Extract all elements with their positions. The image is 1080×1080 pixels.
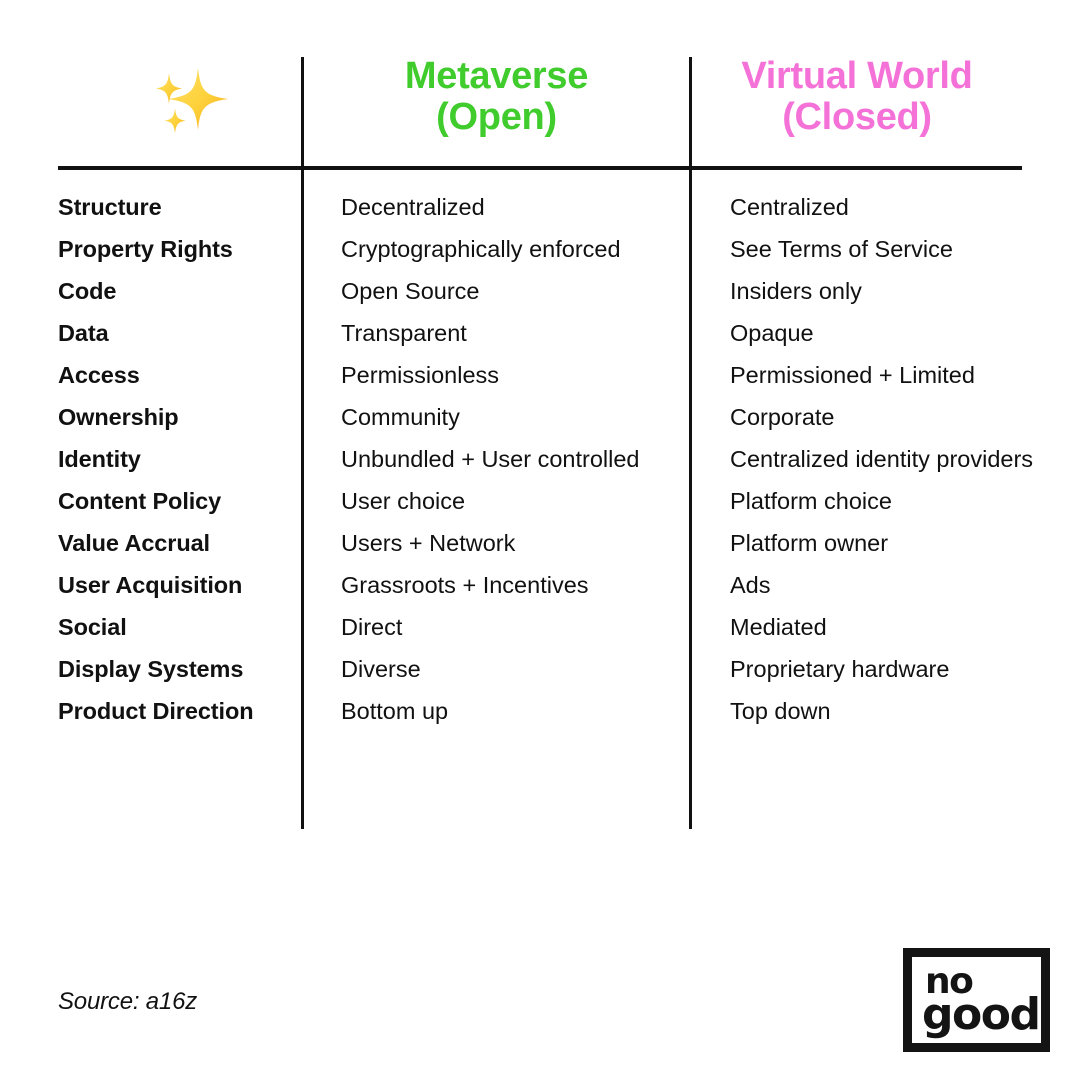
cell-metaverse-value: Open Source bbox=[341, 278, 480, 304]
row-label: Property Rights bbox=[58, 236, 233, 262]
cell-metaverse-value: Permissionless bbox=[341, 362, 500, 388]
cell-metaverse-value: Direct bbox=[341, 614, 403, 640]
table-row: Structure Decentralized Centralized bbox=[0, 190, 1080, 232]
row-label: Value Accrual bbox=[58, 530, 210, 556]
table-row: Ownership Community Corporate bbox=[0, 400, 1080, 442]
logo-line-good: good bbox=[922, 989, 1041, 1041]
comparison-table: Metaverse (Open) Virtual World (Closed) … bbox=[0, 0, 1080, 860]
table-row: Product Direction Bottom up Top down bbox=[0, 694, 1080, 736]
cell-metaverse-value: Users + Network bbox=[341, 530, 516, 556]
cell-metaverse-value: Bottom up bbox=[341, 698, 449, 724]
cell-virtual-world-value: Platform choice bbox=[730, 488, 892, 514]
row-label: Structure bbox=[58, 194, 162, 220]
header-rule bbox=[58, 166, 1022, 170]
cell-metaverse-value: User choice bbox=[341, 488, 466, 514]
row-label: Data bbox=[58, 320, 109, 346]
table-row: User Acquisition Grassroots + Incentives A… bbox=[0, 568, 1080, 610]
table-row: Code Open Source Insiders only bbox=[0, 274, 1080, 316]
header-cell-icon bbox=[58, 48, 301, 160]
row-label: Code bbox=[58, 278, 117, 304]
column-title-virtual-world: Virtual World (Closed) bbox=[741, 55, 973, 139]
cell-virtual-world-value: Permissioned + Limited bbox=[730, 362, 975, 388]
cell-metaverse-value: Grassroots + Incentives bbox=[341, 572, 589, 598]
cell-virtual-world-value: Ads bbox=[730, 572, 771, 598]
table-header-row: Metaverse (Open) Virtual World (Closed) bbox=[0, 48, 1080, 160]
cell-metaverse-value: Unbundled + User controlled bbox=[341, 446, 640, 472]
cell-metaverse-value: Decentralized bbox=[341, 194, 485, 220]
header-cell-virtual-world: Virtual World (Closed) bbox=[692, 48, 1022, 160]
row-label: Access bbox=[58, 362, 140, 388]
table-row: Identity Unbundled + User controlled Centr… bbox=[0, 442, 1080, 484]
cell-virtual-world-value: Platform owner bbox=[730, 530, 889, 556]
cell-metaverse-value: Community bbox=[341, 404, 460, 430]
nogood-logo: no good bbox=[903, 948, 1050, 1052]
row-label: Social bbox=[58, 614, 127, 640]
row-label: User Acquisition bbox=[58, 572, 243, 598]
cell-virtual-world-value: Opaque bbox=[730, 320, 814, 346]
cell-virtual-world-value: Proprietary hardware bbox=[730, 656, 950, 682]
cell-virtual-world-value: Mediated bbox=[730, 614, 827, 640]
column-title-metaverse: Metaverse (Open) bbox=[404, 55, 589, 139]
source-attribution: Source: a16z bbox=[58, 988, 198, 1015]
cell-virtual-world-value: Centralized bbox=[730, 194, 849, 220]
table-row: Value Accrual Users + Network Platform own… bbox=[0, 526, 1080, 568]
sparkles-icon bbox=[155, 68, 228, 134]
table-row: Access Permissionless Permissioned + Limit… bbox=[0, 358, 1080, 400]
table-row: Data Transparent Opaque bbox=[0, 316, 1080, 358]
row-label: Ownership bbox=[58, 404, 179, 430]
table-body: Structure Decentralized Centralized Propert… bbox=[0, 190, 1080, 736]
table-row: Property Rights Cryptographically enforce… bbox=[0, 232, 1080, 274]
cell-metaverse-value: Transparent bbox=[341, 320, 467, 346]
cell-virtual-world-value: Insiders only bbox=[730, 278, 862, 304]
cell-virtual-world-value: Centralized identity providers bbox=[730, 446, 1034, 472]
row-label: Product Direction bbox=[58, 698, 254, 724]
cell-virtual-world-value: See Terms of Service bbox=[730, 236, 953, 262]
header-cell-metaverse: Metaverse (Open) bbox=[304, 48, 689, 160]
table-row: Social Direct Mediated bbox=[0, 610, 1080, 652]
cell-metaverse-value: Cryptographically enforced bbox=[341, 236, 621, 262]
cell-virtual-world-value: Corporate bbox=[730, 404, 835, 430]
row-label: Display Systems bbox=[58, 656, 244, 682]
cell-metaverse-value: Diverse bbox=[341, 656, 421, 682]
cell-virtual-world-value: Top down bbox=[730, 698, 831, 724]
row-label: Identity bbox=[58, 446, 141, 472]
table-row: Display Systems Diverse Proprietary hardwa… bbox=[0, 652, 1080, 694]
row-label: Content Policy bbox=[58, 488, 222, 514]
table-row: Content Policy User choice Platform choice bbox=[0, 484, 1080, 526]
